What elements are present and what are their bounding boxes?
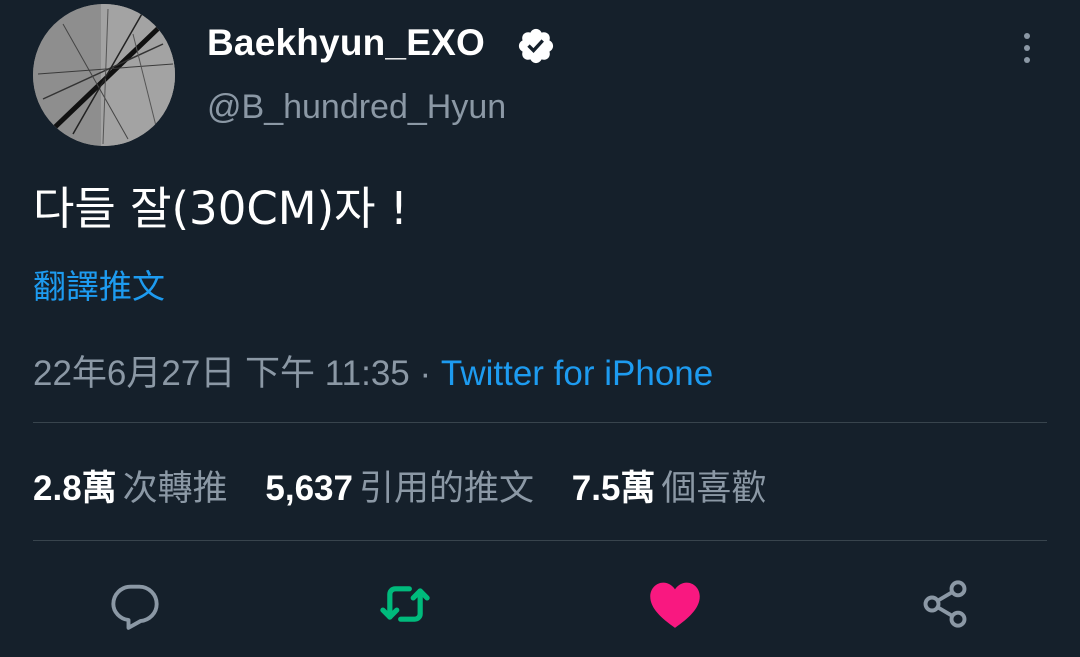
retweet-button[interactable] <box>377 576 433 632</box>
tweet-source-link[interactable]: Twitter for iPhone <box>441 354 713 393</box>
like-icon <box>650 582 700 628</box>
retweets-count: 2.8萬 <box>33 469 117 508</box>
tweet-text: 다들 잘(30CM)자 ! <box>33 182 408 235</box>
likes-count: 7.5萬 <box>571 469 656 508</box>
quotes-label: 引用的推文 <box>359 469 535 508</box>
avatar[interactable] <box>33 4 175 146</box>
share-button[interactable] <box>917 576 973 632</box>
reply-button[interactable] <box>107 576 163 632</box>
display-name[interactable]: Baekhyun_EXO <box>207 22 485 64</box>
user-handle[interactable]: @B_hundred_Hyun <box>207 88 506 127</box>
retweets-stat[interactable]: 2.8萬 次轉推 <box>33 460 228 511</box>
avatar-image <box>33 4 175 146</box>
retweets-label: 次轉推 <box>122 469 228 508</box>
share-icon <box>923 580 967 628</box>
like-button[interactable] <box>647 576 703 632</box>
divider <box>33 540 1047 541</box>
tweet-timestamp[interactable]: 22年6月27日 下午 11:35 <box>33 354 410 393</box>
tweet-stats: 2.8萬 次轉推 5,637 引用的推文 7.5萬 個喜歡 <box>33 460 794 511</box>
more-options-icon[interactable] <box>1012 30 1042 66</box>
likes-stat[interactable]: 7.5萬 個喜歡 <box>572 460 767 511</box>
translate-tweet-link[interactable]: 翻譯推文 <box>33 260 165 308</box>
reply-icon <box>111 584 159 630</box>
verified-badge-icon <box>516 26 556 66</box>
tweet-meta: 22年6月27日 下午 11:35 · Twitter for iPhone <box>33 345 713 396</box>
retweet-icon <box>380 586 430 622</box>
divider <box>33 422 1047 423</box>
likes-label: 個喜歡 <box>661 469 767 508</box>
quotes-count: 5,637 <box>265 469 353 508</box>
quotes-stat[interactable]: 5,637 引用的推文 <box>265 460 534 511</box>
meta-separator: · <box>419 354 432 393</box>
